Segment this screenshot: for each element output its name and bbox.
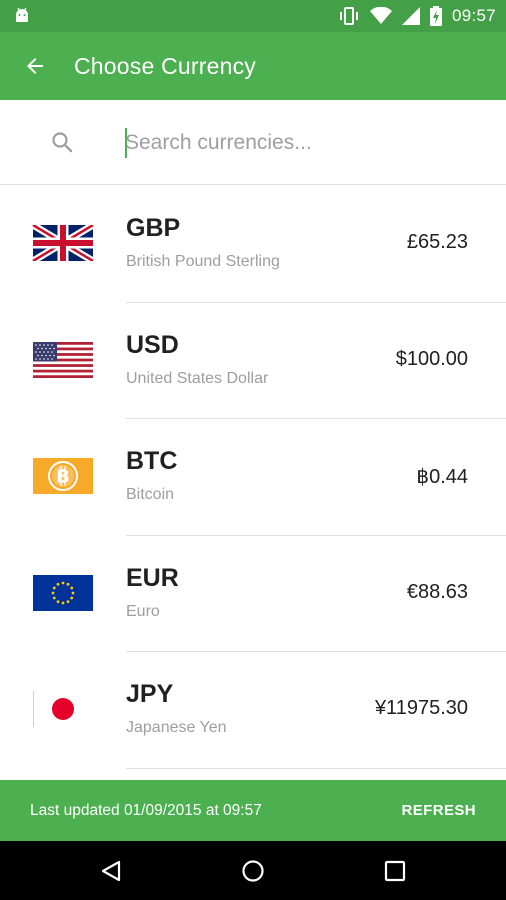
page-title: Choose Currency: [74, 52, 256, 79]
navigation-bar: [0, 841, 506, 900]
currency-amount: £65.23: [406, 231, 468, 253]
nav-home-button[interactable]: [237, 855, 269, 887]
currency-amount: $100.00: [395, 347, 468, 370]
nav-back-button[interactable]: [95, 855, 127, 887]
square-recents-icon: [384, 860, 406, 882]
currency-amount: €88.63: [406, 580, 468, 603]
currency-row-btc[interactable]: B BTC Bitcoin ฿0.44: [0, 419, 506, 536]
uk-flag-icon: [32, 225, 94, 261]
status-bar: 09:57: [0, 0, 506, 32]
us-flag-icon: [33, 341, 93, 378]
app-bar: Choose Currency: [0, 32, 506, 100]
bitcoin-flag-icon: B: [33, 458, 93, 494]
last-updated-text: Last updated 01/09/2015 at 09:57: [30, 802, 262, 819]
status-clock: 09:57: [451, 6, 496, 25]
footer-bar: Last updated 01/09/2015 at 09:57 REFRESH: [0, 780, 506, 841]
wifi-icon: [369, 7, 392, 24]
currency-name: Euro: [126, 602, 160, 620]
battery-charging-icon: [429, 6, 442, 26]
vibrate-icon: [339, 7, 358, 25]
search-icon: [52, 132, 73, 153]
currency-row-eur[interactable]: EUR Euro €88.63: [0, 536, 506, 652]
circle-home-icon: [242, 860, 264, 882]
currency-code: USD: [126, 330, 179, 359]
currency-name: Bitcoin: [126, 486, 175, 503]
divider: [126, 767, 506, 769]
svg-text:B: B: [56, 467, 70, 488]
currency-name: Japanese Yen: [126, 719, 227, 736]
search-bar: [0, 100, 506, 185]
currency-row-gbp[interactable]: GBP British Pound Sterling £65.23: [0, 186, 506, 303]
nav-recents-button[interactable]: [379, 855, 411, 887]
cell-signal-icon: [401, 7, 420, 25]
currency-row-jpy[interactable]: JPY Japanese Yen ¥11975.30: [0, 652, 506, 769]
japan-flag-icon: [33, 691, 93, 727]
currency-row-usd[interactable]: USD United States Dollar $100.00: [0, 303, 506, 419]
back-button[interactable]: [0, 32, 70, 100]
triangle-back-icon: [101, 860, 121, 882]
currency-code: GBP: [126, 214, 181, 242]
currency-name: British Pound Sterling: [126, 253, 280, 270]
currency-amount: ฿0.44: [416, 466, 468, 488]
refresh-button[interactable]: REFRESH: [402, 802, 476, 819]
currency-name: United States Dollar: [126, 369, 269, 387]
currency-amount: ¥11975.30: [374, 697, 468, 719]
arrow-back-icon: [27, 58, 43, 74]
currency-code: BTC: [126, 447, 178, 475]
eu-flag-icon: [33, 574, 93, 611]
search-input[interactable]: [125, 128, 485, 158]
android-icon: [16, 7, 28, 22]
currency-list: GBP British Pound Sterling £65.23 USD Un…: [0, 186, 506, 769]
currency-code: EUR: [126, 563, 179, 592]
currency-code: JPY: [126, 680, 174, 708]
